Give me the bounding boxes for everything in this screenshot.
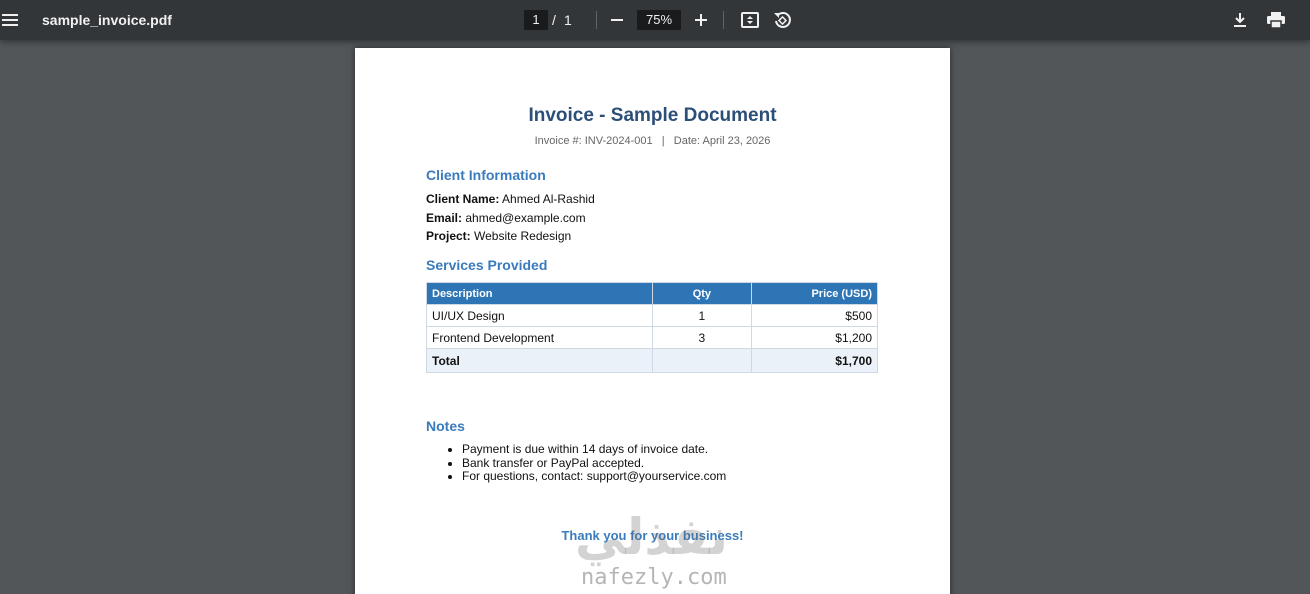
client-email-value: ahmed@example.com (462, 211, 586, 225)
zoom-out-icon (611, 19, 623, 21)
document-title: Invoice - Sample Document (528, 105, 777, 126)
total-row: Total $1,700 (426, 348, 878, 373)
client-name-label: Client Name: (426, 192, 500, 206)
rotate-icon (774, 12, 791, 28)
download-button[interactable] (1228, 8, 1252, 32)
client-email-label: Email: (426, 211, 463, 225)
toolbar-divider (596, 11, 597, 29)
menu-icon[interactable] (0, 8, 24, 32)
client-email-field: Email: ahmed@example.com (426, 211, 586, 225)
total-qty (651, 348, 753, 373)
print-button[interactable] (1264, 8, 1288, 32)
fit-page-icon (741, 12, 759, 28)
table-header-row: Description Qty Price (USD) (426, 282, 878, 305)
rotate-button[interactable] (770, 8, 794, 32)
services-table: Description Qty Price (USD) UI/UX Design… (426, 282, 878, 373)
list-item: For questions, contact: support@yourserv… (462, 469, 726, 484)
row-qty: 3 (651, 326, 753, 349)
column-header-price: Price (USD) (751, 282, 878, 305)
total-pages: 1 (564, 12, 572, 28)
list-item: Bank transfer or PayPal accepted. (462, 456, 726, 471)
row-description: UI/UX Design (426, 304, 653, 327)
client-section-heading: Client Information (426, 167, 546, 183)
print-icon (1267, 12, 1285, 29)
notes-list: Payment is due within 14 days of invoice… (462, 442, 726, 484)
row-description: Frontend Development (426, 326, 653, 349)
zoom-out-button[interactable] (605, 8, 629, 32)
page-separator: / (552, 12, 556, 28)
watermark-url-text: nafezly.com (581, 565, 727, 590)
zoom-level[interactable]: 75% (637, 10, 681, 30)
invoice-meta: Invoice #: INV-2024-001 | Date: April 23… (534, 135, 771, 147)
column-header-description: Description (426, 282, 653, 305)
fit-page-button[interactable] (738, 8, 762, 32)
list-item: Payment is due within 14 days of invoice… (462, 442, 726, 457)
client-project-value: Website Redesign (470, 229, 572, 243)
zoom-in-button[interactable] (689, 8, 713, 32)
file-name: sample_invoice.pdf (42, 12, 172, 28)
page-number-input[interactable] (524, 10, 548, 30)
pdf-toolbar: sample_invoice.pdf / 1 75% (0, 0, 1310, 40)
total-label: Total (426, 348, 653, 373)
toolbar-divider (723, 11, 724, 29)
services-section-heading: Services Provided (426, 257, 548, 273)
client-name-field: Client Name: Ahmed Al-Rashid (426, 192, 595, 206)
total-value: $1,700 (751, 348, 878, 373)
notes-section-heading: Notes (426, 418, 465, 434)
column-header-qty: Qty (651, 282, 753, 305)
watermark-arabic-text: نفذلي (575, 508, 729, 566)
client-project-field: Project: Website Redesign (426, 229, 571, 243)
table-row: UI/UX Design 1 $500 (426, 304, 878, 327)
row-qty: 1 (651, 304, 753, 327)
row-price: $500 (751, 304, 878, 327)
table-row: Frontend Development 3 $1,200 (426, 326, 878, 349)
client-name-value: Ahmed Al-Rashid (499, 192, 595, 206)
row-price: $1,200 (751, 326, 878, 349)
zoom-in-icon (695, 14, 707, 26)
download-icon (1234, 13, 1246, 27)
client-project-label: Project: (426, 229, 471, 243)
